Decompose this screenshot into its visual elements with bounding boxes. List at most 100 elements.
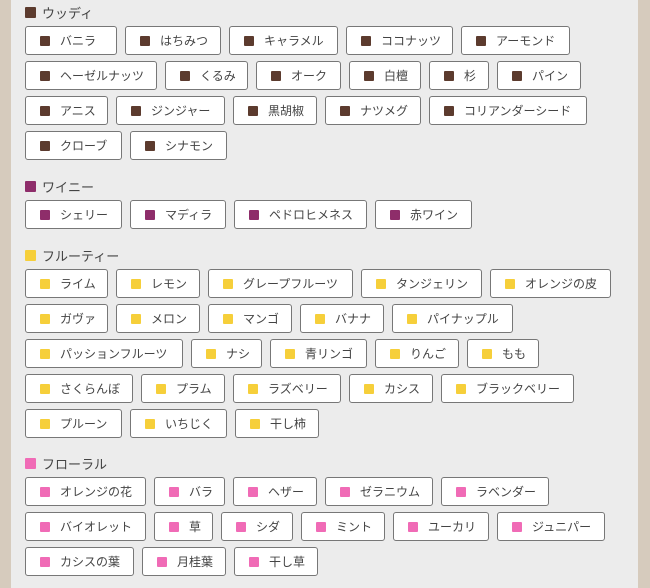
tag-chip[interactable]: 月桂葉	[142, 547, 226, 576]
tag-chip[interactable]: ヘーゼルナッツ	[25, 61, 157, 90]
tag-color-swatch	[40, 383, 50, 394]
tag-chip[interactable]: バラ	[154, 477, 225, 506]
tag-chip[interactable]: カシスの葉	[25, 547, 134, 576]
tag-chip[interactable]: オーク	[256, 61, 341, 90]
tag-label: プラム	[176, 382, 212, 396]
tag-label: ナツメグ	[360, 104, 409, 118]
section-woody: ウッディ バニラ はちみつ キャラメル ココナッツ アーモンド ヘーゼルナッツ …	[25, 2, 625, 160]
tag-color-swatch	[456, 486, 466, 497]
section-winey: ワイニー シェリー マディラ ペドロヒメネス 赤ワイン	[25, 176, 625, 229]
tag-chip[interactable]: ヘザー	[233, 477, 317, 506]
tag-chip[interactable]: オレンジの皮	[490, 269, 611, 298]
tag-label: 草	[189, 520, 202, 534]
tag-color-swatch	[40, 209, 50, 220]
tag-chip[interactable]: タンジェリン	[361, 269, 482, 298]
tag-chip[interactable]: マンゴ	[208, 304, 292, 333]
tag-label: シェリー	[60, 208, 109, 222]
tag-chip[interactable]: メロン	[116, 304, 200, 333]
tag-chip[interactable]: 草	[154, 512, 213, 541]
tag-chip[interactable]: パッションフルーツ	[25, 339, 183, 368]
tag-label: ヘーゼルナッツ	[60, 69, 145, 83]
tag-color-swatch	[250, 418, 260, 429]
section-header: ワイニー	[25, 176, 625, 196]
tag-color-swatch	[285, 348, 295, 359]
tag-chip[interactable]: ライム	[25, 269, 108, 298]
section-title: フローラル	[42, 457, 108, 473]
tag-color-swatch	[156, 383, 166, 394]
tag-color-swatch	[131, 313, 141, 324]
tag-color-swatch	[244, 35, 254, 46]
tag-label: ガヴァ	[60, 312, 97, 326]
tag-chip[interactable]: ミント	[301, 512, 385, 541]
tag-chip[interactable]: ガヴァ	[25, 304, 108, 333]
tag-label: 干し草	[269, 555, 306, 569]
tag-chip[interactable]: アニス	[25, 96, 108, 125]
tag-chip[interactable]: ナツメグ	[325, 96, 421, 125]
tag-chip[interactable]: シナモン	[130, 131, 227, 160]
tag-color-swatch	[248, 486, 258, 497]
tag-chip[interactable]: ジンジャー	[116, 96, 225, 125]
tag-chip[interactable]: ジュニパー	[497, 512, 605, 541]
tag-chip[interactable]: ゼラニウム	[325, 477, 433, 506]
tag-chip[interactable]: りんご	[375, 339, 459, 368]
tag-chip[interactable]: クローブ	[25, 131, 122, 160]
tag-label: ブラックベリー	[476, 382, 561, 396]
tag-chip[interactable]: パイン	[497, 61, 581, 90]
tag-color-swatch	[40, 35, 50, 46]
tag-chip[interactable]: プルーン	[25, 409, 122, 438]
tag-chip[interactable]: 青リンゴ	[270, 339, 367, 368]
tag-chip[interactable]: いちじく	[130, 409, 227, 438]
tag-chip[interactable]: レモン	[116, 269, 200, 298]
tag-chip[interactable]: バナナ	[300, 304, 384, 333]
tag-chip[interactable]: バイオレット	[25, 512, 146, 541]
tag-chip[interactable]: バニラ	[25, 26, 117, 55]
tag-chip[interactable]: ラズベリー	[233, 374, 341, 403]
tag-chip[interactable]: はちみつ	[125, 26, 221, 55]
tag-label: レモン	[151, 277, 188, 291]
tag-chip[interactable]: ユーカリ	[393, 512, 489, 541]
tag-label: 杉	[464, 69, 477, 83]
tag-label: キャラメル	[264, 34, 324, 48]
tag-chip[interactable]: アーモンド	[461, 26, 570, 55]
tag-chip[interactable]: シェリー	[25, 200, 122, 229]
tag-chip[interactable]: マディラ	[130, 200, 226, 229]
tag-chip[interactable]: もも	[467, 339, 539, 368]
tag-chip[interactable]: 赤ワイン	[375, 200, 472, 229]
section-fruity: フルーティー ライム レモン グレープフルーツ タンジェリン オレンジの皮 ガヴ…	[25, 245, 625, 438]
tag-chip[interactable]: コリアンダーシード	[429, 96, 587, 125]
section-header: フローラル	[25, 453, 625, 473]
tag-color-swatch	[40, 521, 50, 532]
tag-chip[interactable]: くるみ	[165, 61, 248, 90]
tag-chip[interactable]: ペドロヒメネス	[234, 200, 367, 229]
tag-label: くるみ	[200, 69, 236, 83]
tag-label: ジンジャー	[151, 104, 211, 118]
tag-color-swatch	[145, 140, 155, 151]
tag-chip[interactable]: 白檀	[349, 61, 421, 90]
tag-label: パイナップル	[427, 312, 499, 326]
tag-chip[interactable]: ナシ	[191, 339, 262, 368]
tag-color-swatch	[206, 348, 216, 359]
tag-chip[interactable]: さくらんぼ	[25, 374, 133, 403]
tag-color-swatch	[140, 35, 150, 46]
tag-label: マンゴ	[243, 312, 280, 326]
tag-chip[interactable]: ラベンダー	[441, 477, 549, 506]
tag-chip[interactable]: カシス	[349, 374, 433, 403]
tag-chip[interactable]: グレープフルーツ	[208, 269, 353, 298]
tag-chip[interactable]: シダ	[221, 512, 293, 541]
tag-color-swatch	[40, 278, 50, 289]
tag-chip[interactable]: 干し草	[234, 547, 318, 576]
tag-chip[interactable]: 黒胡椒	[233, 96, 317, 125]
tag-chip[interactable]: 干し柿	[235, 409, 319, 438]
tag-chip[interactable]: ココナッツ	[346, 26, 453, 55]
tag-chip[interactable]: パイナップル	[392, 304, 513, 333]
tag-label: マディラ	[165, 208, 213, 222]
tag-color-swatch	[340, 105, 350, 116]
section-floral: フローラル オレンジの花 バラ ヘザー ゼラニウム ラベンダー バイオレット 草…	[25, 453, 625, 576]
tag-chip[interactable]: キャラメル	[229, 26, 338, 55]
tag-color-swatch	[361, 35, 371, 46]
tag-color-swatch	[476, 35, 486, 46]
tag-chip[interactable]: プラム	[141, 374, 225, 403]
tag-chip[interactable]: オレンジの花	[25, 477, 146, 506]
tag-chip[interactable]: 杉	[429, 61, 489, 90]
tag-chip[interactable]: ブラックベリー	[441, 374, 574, 403]
